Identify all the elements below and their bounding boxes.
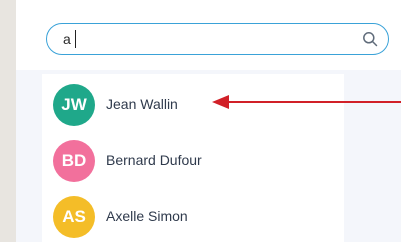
search-input[interactable]: a	[46, 23, 389, 55]
text-caret	[75, 30, 76, 48]
avatar: JW	[53, 84, 95, 126]
annotation-arrow-icon	[212, 95, 401, 109]
suggestion-item[interactable]: AS Axelle Simon	[42, 186, 344, 242]
avatar-initials: BD	[61, 151, 87, 170]
avatar: AS	[53, 196, 95, 238]
contact-name: Axelle Simon	[106, 208, 188, 224]
avatar-initials: AS	[62, 207, 86, 226]
contact-name: Jean Wallin	[106, 96, 178, 112]
search-input-value: a	[63, 31, 71, 47]
suggestion-item[interactable]: BD Bernard Dufour	[42, 130, 344, 186]
avatar: BD	[53, 140, 95, 182]
search-icon[interactable]	[362, 31, 378, 47]
contact-name: Bernard Dufour	[106, 152, 202, 168]
avatar-initials: JW	[61, 95, 87, 114]
